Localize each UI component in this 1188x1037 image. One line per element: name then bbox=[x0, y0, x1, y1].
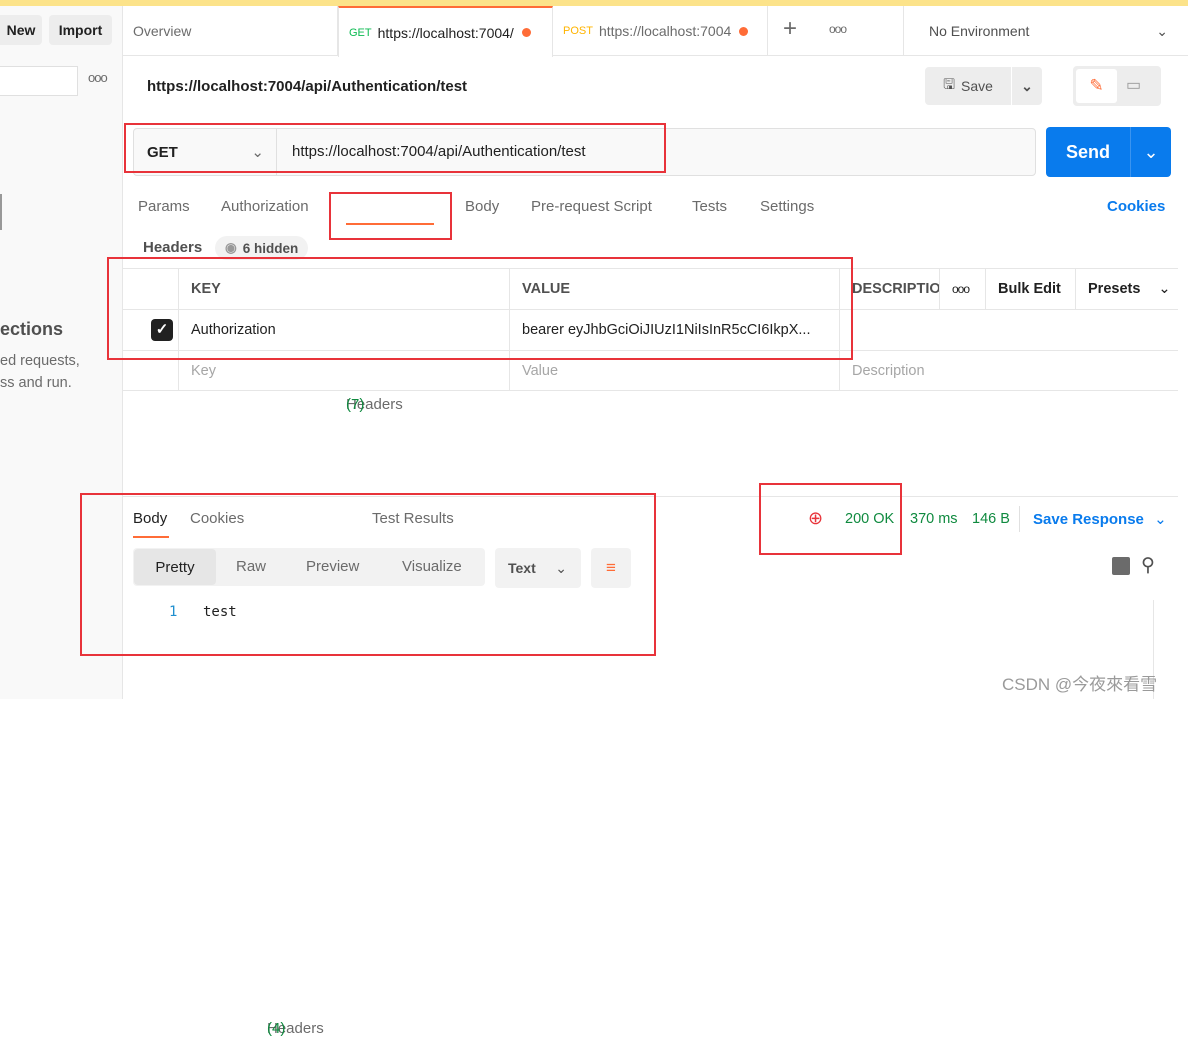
method-badge: GET bbox=[349, 26, 372, 39]
new-button[interactable]: New bbox=[0, 15, 42, 45]
tab-settings[interactable]: Settings bbox=[760, 198, 814, 215]
search-icon[interactable]: ⚲ bbox=[1141, 554, 1155, 577]
presets-dropdown[interactable]: Presets ⌄ bbox=[1076, 269, 1178, 309]
tab-overview[interactable]: Overview bbox=[123, 6, 338, 56]
ellipsis-icon[interactable]: ooo bbox=[88, 70, 108, 85]
response-time[interactable]: 370 ms bbox=[910, 511, 958, 527]
tab-authorization[interactable]: Authorization bbox=[221, 198, 309, 215]
annotation-box bbox=[107, 257, 853, 360]
copy-icon[interactable] bbox=[1112, 557, 1130, 575]
unsaved-dot-icon bbox=[739, 26, 749, 36]
comment-icon[interactable]: ▭ bbox=[1126, 75, 1141, 95]
tab-post-request[interactable]: POST https://localhost:7004 bbox=[553, 6, 768, 56]
save-button[interactable]: 🖫 Save bbox=[925, 67, 1011, 105]
import-button[interactable]: Import bbox=[49, 15, 112, 45]
send-options-chevron-icon[interactable]: ⌄ bbox=[1130, 127, 1171, 177]
request-title: https://localhost:7004/api/Authenticatio… bbox=[147, 78, 468, 95]
environment-label: No Environment bbox=[929, 23, 1030, 39]
tab-options-ellipsis-icon[interactable]: ooo bbox=[829, 22, 847, 36]
add-tab-plus-icon[interactable]: + bbox=[783, 15, 797, 43]
collections-text: ed requests, bbox=[0, 353, 80, 369]
tab-body[interactable]: Body bbox=[465, 198, 499, 215]
eye-icon: ◉ bbox=[225, 240, 237, 255]
chevron-down-icon: ⌄ bbox=[1154, 511, 1167, 528]
annotation-box bbox=[124, 123, 666, 173]
send-label: Send bbox=[1065, 141, 1110, 162]
tab-label: https://localhost:7004 bbox=[598, 23, 732, 39]
collections-text: ss and run. bbox=[0, 375, 72, 391]
chevron-down-icon: ⌄ bbox=[1156, 22, 1168, 39]
tab-tests[interactable]: Tests bbox=[692, 198, 727, 215]
headers-count: (7) bbox=[346, 396, 365, 413]
annotation-box bbox=[80, 493, 656, 656]
save-response-dropdown[interactable]: Save Response ⌄ bbox=[1033, 510, 1167, 528]
response-size[interactable]: 146 B bbox=[972, 511, 1010, 527]
watermark: CSDN @今夜來看雪 bbox=[1002, 675, 1158, 694]
column-options-ellipsis-icon[interactable]: ooo bbox=[940, 269, 986, 309]
tab-params[interactable]: Params bbox=[138, 198, 190, 215]
sidebar-divider bbox=[0, 194, 2, 230]
unsaved-dot-icon bbox=[521, 28, 531, 37]
tab-label: Overview bbox=[133, 23, 192, 39]
edit-pencil-icon[interactable]: ✎ bbox=[1076, 69, 1117, 103]
new-description-input[interactable]: Description bbox=[840, 351, 1178, 390]
save-response-label: Save Response bbox=[1033, 511, 1144, 528]
tab-label: https://localhost:7004/ bbox=[377, 24, 514, 41]
headers-label: Headers bbox=[143, 239, 203, 256]
divider bbox=[1019, 506, 1020, 532]
save-disk-icon: 🖫 bbox=[943, 76, 955, 92]
column-header-description: DESCRIPTIO bbox=[840, 269, 940, 309]
environment-select[interactable]: No Environment ⌄ bbox=[903, 6, 1188, 56]
send-button[interactable]: Send ⌄ bbox=[1046, 127, 1171, 177]
annotation-box bbox=[759, 483, 902, 555]
save-options-chevron-icon[interactable]: ⌄ bbox=[1012, 67, 1042, 105]
sidebar-search-input[interactable] bbox=[0, 66, 78, 96]
bulk-edit-button[interactable]: Bulk Edit bbox=[986, 269, 1076, 309]
tab-get-request[interactable]: GET https://localhost:7004/ bbox=[338, 6, 553, 57]
collections-heading: ections bbox=[0, 319, 64, 339]
cookies-link[interactable]: Cookies bbox=[1107, 198, 1165, 215]
tab-prerequest-script[interactable]: Pre-request Script bbox=[531, 198, 652, 215]
presets-label: Presets bbox=[1088, 281, 1141, 297]
chevron-down-icon: ⌄ bbox=[1158, 281, 1171, 297]
method-badge: POST bbox=[563, 25, 593, 37]
save-label: Save bbox=[961, 78, 993, 94]
annotation-box bbox=[329, 192, 452, 240]
headers-count: (4) bbox=[267, 1020, 286, 1037]
hidden-count: 6 hidden bbox=[242, 240, 299, 256]
